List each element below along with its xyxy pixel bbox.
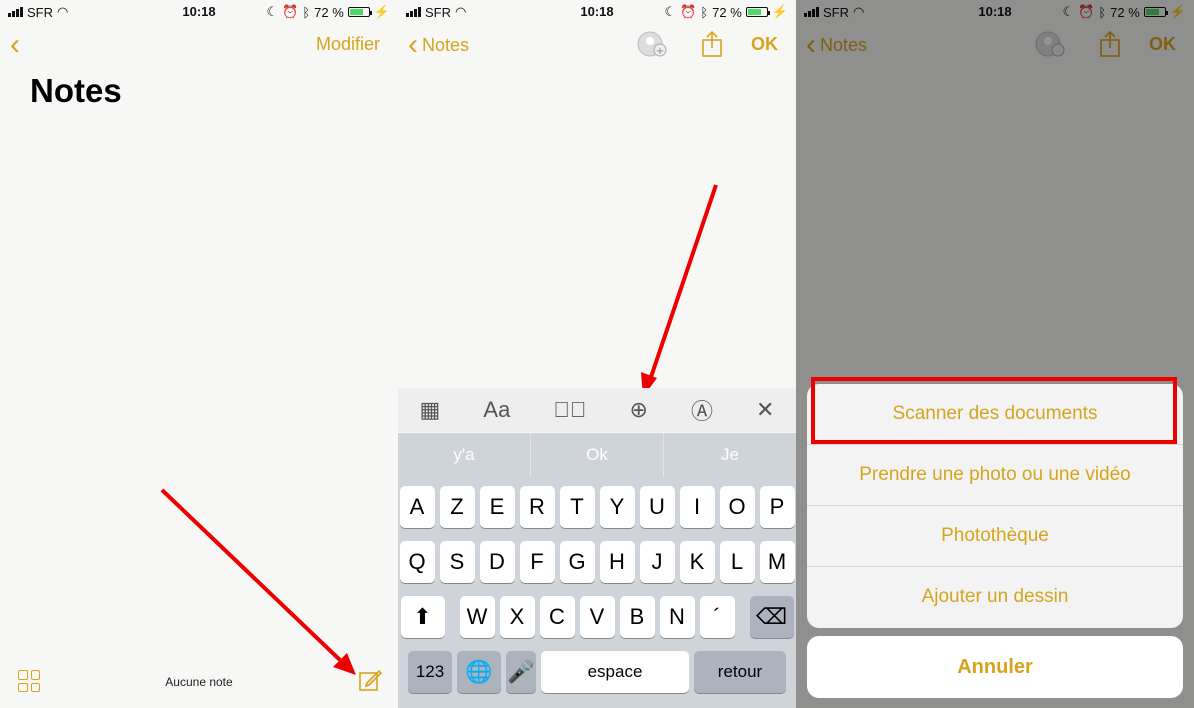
- key-8[interactable]: O: [719, 486, 755, 528]
- notes-count: Aucune note: [165, 675, 233, 689]
- highlight-box: [811, 377, 1177, 444]
- table-icon[interactable]: ▦: [420, 397, 441, 423]
- key-4[interactable]: T: [559, 486, 595, 528]
- key-4[interactable]: B: [619, 596, 655, 638]
- key-2[interactable]: E: [479, 486, 515, 528]
- compose-icon[interactable]: [358, 668, 382, 692]
- note-editor-screen: SFR ◠ 10:18 ☾ ⏰ ᛒ 72 % ⚡ ‹ Notes + OK ▦ …: [398, 0, 796, 708]
- cancel-button[interactable]: Annuler: [807, 636, 1183, 698]
- key-3[interactable]: R: [519, 486, 555, 528]
- key-0[interactable]: W: [459, 596, 495, 638]
- key-8[interactable]: L: [719, 541, 755, 583]
- microphone-key[interactable]: 🎤: [506, 651, 536, 693]
- suggestion-1[interactable]: y'a: [398, 433, 531, 477]
- modifier-button[interactable]: Modifier: [316, 34, 380, 55]
- ok-button[interactable]: OK: [751, 34, 778, 55]
- add-drawing-option[interactable]: Ajouter un dessin: [807, 567, 1183, 627]
- key-4[interactable]: G: [559, 541, 595, 583]
- key-6[interactable]: U: [639, 486, 675, 528]
- space-key[interactable]: espace: [541, 651, 689, 693]
- back-button[interactable]: ‹ Notes: [408, 28, 470, 61]
- key-2[interactable]: C: [539, 596, 575, 638]
- take-photo-option[interactable]: Prendre une photo ou une vidéo: [807, 445, 1183, 506]
- delete-key[interactable]: ⌫: [749, 596, 794, 638]
- charging-icon: ⚡: [373, 4, 390, 19]
- battery-percent: 72 %: [712, 4, 742, 20]
- nav-bar: ‹ Modifier: [0, 30, 398, 60]
- chevron-left-icon: ‹: [10, 28, 20, 61]
- key-9[interactable]: P: [759, 486, 795, 528]
- checklist-icon[interactable]: ✓⃝: [553, 397, 586, 423]
- bottom-toolbar: Aucune note: [0, 668, 398, 698]
- chevron-left-icon: ‹: [408, 28, 418, 61]
- alarm-icon: ⏰: [282, 4, 299, 19]
- key-6[interactable]: ´: [699, 596, 735, 638]
- add-attachment-icon[interactable]: ⊕: [629, 397, 647, 423]
- svg-text:+: +: [656, 46, 664, 57]
- battery-percent: 72 %: [314, 4, 344, 20]
- back-button[interactable]: ‹: [10, 28, 20, 61]
- page-title: Notes: [30, 72, 122, 109]
- keyboard: AZERTYUIOP QSDFGHJKLM ⬆ W X C V B N ´ ⌫ 123 🌐 …: [398, 477, 796, 708]
- key-7[interactable]: K: [679, 541, 715, 583]
- key-2[interactable]: D: [479, 541, 515, 583]
- key-3[interactable]: V: [579, 596, 615, 638]
- return-key[interactable]: retour: [694, 651, 786, 693]
- notes-list-screen: SFR ◠ 10:18 ☾ ⏰ ᛒ 72 % ⚡ ‹ Modifier Note…: [0, 0, 398, 708]
- key-5[interactable]: Y: [599, 486, 635, 528]
- close-icon[interactable]: ✕: [756, 397, 774, 423]
- share-icon[interactable]: [700, 30, 724, 58]
- key-9[interactable]: M: [759, 541, 795, 583]
- suggestion-bar: y'a Ok Je: [398, 433, 796, 477]
- status-bar: SFR ◠ 10:18 ☾ ⏰ ᛒ 72 % ⚡: [0, 0, 398, 24]
- bluetooth-icon: ᛒ: [700, 4, 709, 20]
- markup-icon[interactable]: Ⓐ: [691, 394, 713, 426]
- back-label: Notes: [422, 34, 470, 55]
- battery-icon: [347, 7, 372, 17]
- bluetooth-icon: ᛒ: [302, 4, 311, 20]
- key-1[interactable]: X: [499, 596, 535, 638]
- key-1[interactable]: S: [439, 541, 475, 583]
- key-5[interactable]: H: [599, 541, 635, 583]
- format-button[interactable]: Aa: [483, 397, 510, 423]
- key-6[interactable]: J: [639, 541, 675, 583]
- key-1[interactable]: Z: [439, 486, 475, 528]
- suggestion-2[interactable]: Ok: [531, 433, 664, 477]
- moon-icon: ☾: [266, 4, 279, 19]
- battery-icon: [745, 7, 770, 17]
- suggestion-3[interactable]: Je: [664, 433, 796, 477]
- numbers-key[interactable]: 123: [408, 651, 452, 693]
- status-bar: SFR ◠ 10:18 ☾ ⏰ ᛒ 72 % ⚡: [398, 0, 796, 24]
- key-0[interactable]: A: [399, 486, 435, 528]
- key-5[interactable]: N: [659, 596, 695, 638]
- key-7[interactable]: I: [679, 486, 715, 528]
- attachment-menu-screen: SFR ◠ 10:18 ☾ ⏰ ᛒ 72 % ⚡ ‹ Notes OK Scan…: [796, 0, 1194, 708]
- moon-icon: ☾: [664, 4, 677, 19]
- key-3[interactable]: F: [519, 541, 555, 583]
- format-toolbar: ▦ Aa ✓⃝ ⊕ Ⓐ ✕: [398, 388, 796, 432]
- add-people-icon[interactable]: +: [634, 30, 670, 58]
- photo-library-option[interactable]: Photothèque: [807, 506, 1183, 567]
- charging-icon: ⚡: [771, 4, 788, 19]
- key-0[interactable]: Q: [399, 541, 435, 583]
- globe-key[interactable]: 🌐: [457, 651, 501, 693]
- alarm-icon: ⏰: [680, 4, 697, 19]
- nav-bar: ‹ Notes + OK: [398, 30, 796, 60]
- shift-key[interactable]: ⬆: [400, 596, 445, 638]
